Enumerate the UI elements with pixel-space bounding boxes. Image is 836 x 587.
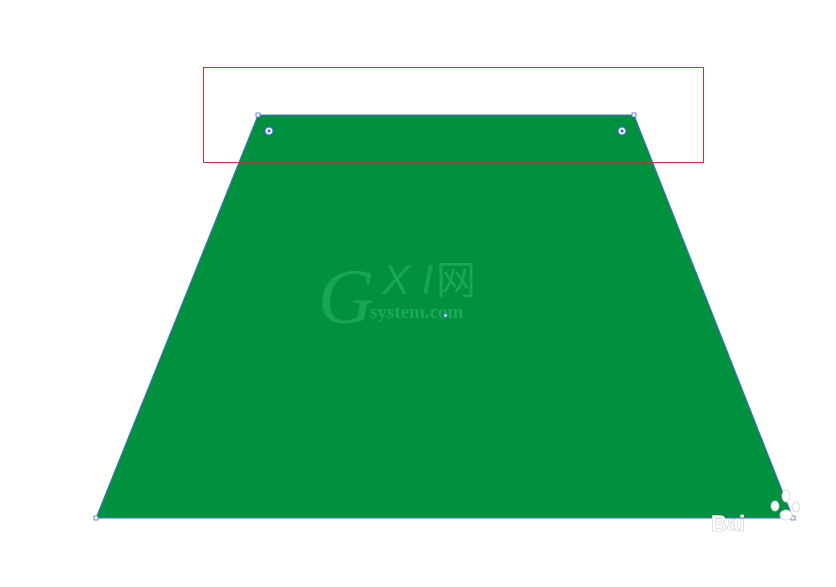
watermark-letter-g: G: [318, 253, 374, 340]
watermark-net: 网: [436, 258, 476, 304]
artboard: G X I 网 system.com Bai: [0, 0, 836, 587]
live-corner-widget-icon[interactable]: [264, 126, 274, 136]
corner-watermark-text: Bai: [711, 511, 745, 536]
artboard-canvas: G X I 网 system.com Bai: [93, 67, 800, 536]
live-corner-widget-icon[interactable]: [617, 126, 627, 136]
anchor-point-icon[interactable]: [255, 112, 261, 118]
watermark-domain: system.com: [370, 302, 464, 323]
watermark-xi: X I: [381, 256, 434, 303]
center-point-icon[interactable]: [443, 313, 448, 318]
anchor-point-icon[interactable]: [631, 112, 637, 118]
anchor-point-icon[interactable]: [93, 515, 99, 521]
